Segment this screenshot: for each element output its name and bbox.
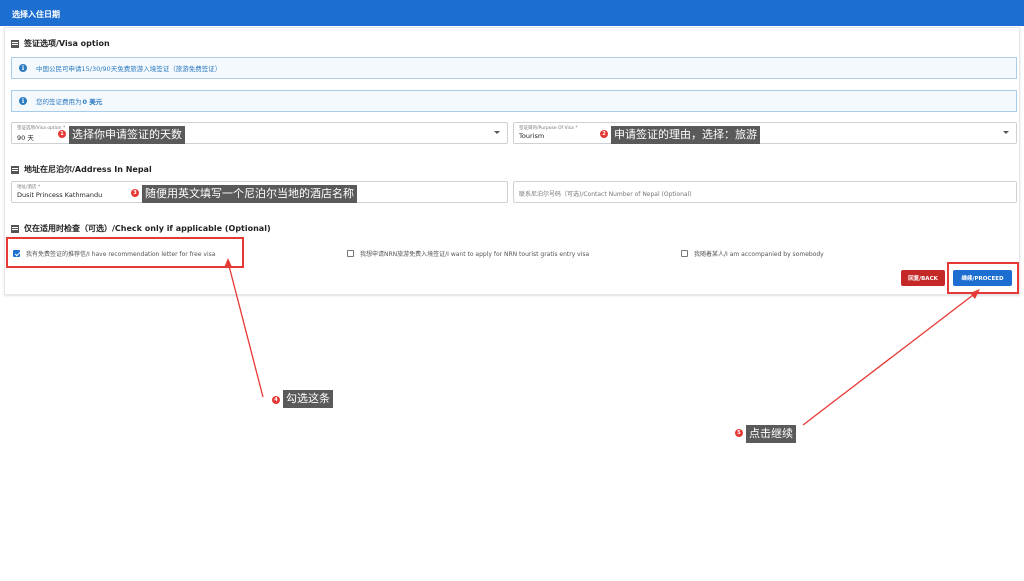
arrow-head-4 — [224, 258, 232, 268]
arrow-line-5 — [802, 291, 978, 426]
arrow-head-5 — [970, 289, 980, 299]
annotation-callout-1: 选择你申请签证的天数 — [69, 126, 185, 144]
annotation-callout-3: 随便用英文填写一个尼泊尔当地的酒店名称 — [142, 185, 357, 203]
annotation-callout-2: 申请签证的理由，选择：旅游 — [611, 126, 760, 144]
annotation-marker-5: 5 — [735, 429, 743, 437]
annotation-arrows — [224, 258, 980, 426]
arrow-line-4 — [227, 261, 264, 398]
annotation-marker-4: 4 — [272, 396, 280, 404]
annotation-marker-3: 3 — [131, 189, 139, 197]
annotation-marker-1: 1 — [58, 130, 66, 138]
annotation-callout-4: 勾选这条 — [283, 390, 333, 408]
annotation-marker-2: 2 — [600, 130, 608, 138]
annotation-callout-5: 点击继续 — [746, 425, 796, 443]
